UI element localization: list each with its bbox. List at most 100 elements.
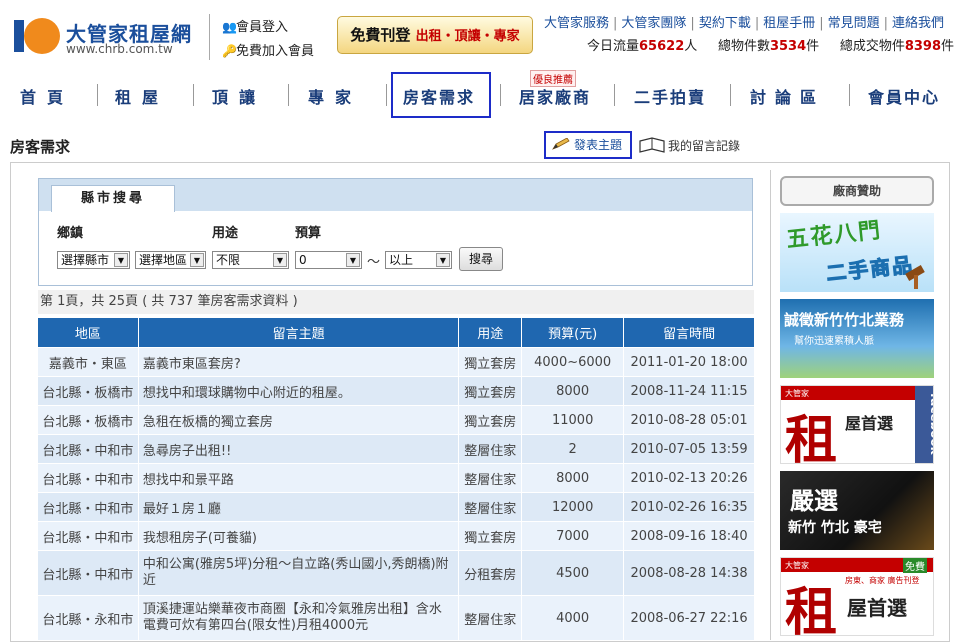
free-listing-button[interactable]: 免費刊登 出租・頂讓・專家 [337, 16, 533, 54]
range-separator: ～ [367, 255, 381, 270]
cell-area: 台北縣・永和市 [37, 595, 139, 641]
cell-topic[interactable]: 急租在板橋的獨立套房 [137, 405, 460, 435]
cell-time: 2011-01-20 18:00 [623, 347, 755, 377]
my-messages-link[interactable]: 我的留言記錄 [638, 137, 740, 154]
chevron-down-icon: ▼ [436, 253, 450, 267]
cell-budget: 8000 [521, 463, 625, 493]
table-row[interactable]: 嘉義市・東區 嘉義市東區套房? 獨立套房 4000~6000 2011-01-20 18… [37, 347, 755, 377]
tab-county-search[interactable]: 縣市搜尋 [51, 185, 175, 212]
top-links: 大管家服務 | 大管家團隊 | 契約下載 | 租屋手冊 | 常見問題 | 連絡我們 [544, 12, 944, 31]
today-traffic: 65622 [639, 39, 685, 54]
cell-time: 2010-02-26 16:35 [623, 492, 755, 522]
separator: | [613, 16, 618, 31]
cell-topic[interactable]: 想找中和景平路 [137, 463, 460, 493]
cell-time: 2008-08-28 14:38 [623, 550, 755, 596]
cell-time: 2008-09-16 18:40 [623, 521, 755, 551]
ad-recruit[interactable]: 誠徵新竹竹北業務 幫你迅速累積人脈 [780, 299, 934, 378]
cell-usage: 分租套房 [458, 550, 523, 596]
col-time: 留言時間 [623, 317, 755, 348]
cell-budget: 4000 [521, 595, 625, 641]
usage-select[interactable]: 不限 ▼ [212, 251, 289, 269]
post-topic-button[interactable]: 發表主題 [544, 131, 632, 159]
nav-separator [97, 84, 98, 106]
cell-topic[interactable]: 中和公寓(雅房5坪)分租～自立路(秀山國小,秀朗橋)附近 [137, 550, 460, 596]
nav-separator [288, 84, 289, 106]
nav-forum[interactable]: 討論區 [750, 84, 825, 108]
nav-vendors[interactable]: 居家廠商 [519, 84, 591, 108]
cell-usage: 整層住家 [458, 463, 523, 493]
col-usage: 用途 [458, 317, 523, 348]
nav-transfer[interactable]: 頂讓 [212, 84, 266, 108]
pagination-info: 第 1頁，共 25頁 ( 共 737 筆房客需求資料 ) [38, 290, 754, 314]
separator: | [690, 16, 695, 31]
cell-topic[interactable]: 急尋房子出租!! [137, 434, 460, 464]
cell-area: 台北縣・中和市 [37, 521, 139, 551]
table-row[interactable]: 台北縣・中和市 中和公寓(雅房5坪)分租～自立路(秀山國小,秀朗橋)附近 分租套房 4… [37, 550, 755, 596]
ad-rent-first[interactable]: 大管家 租 免費 房東、商家 廣告刊登 屋首選 [780, 557, 934, 636]
book-icon [639, 137, 665, 153]
top-link-faq[interactable]: 常見問題 [828, 16, 880, 31]
cell-usage: 獨立套房 [458, 376, 523, 406]
cell-time: 2010-02-13 20:26 [623, 463, 755, 493]
top-link-contract[interactable]: 契約下載 [699, 16, 751, 31]
cell-budget: 4500 [521, 550, 625, 596]
table-body: 嘉義市・東區 嘉義市東區套房? 獨立套房 4000~6000 2011-01-20 18… [37, 347, 755, 641]
cell-usage: 整層住家 [458, 595, 523, 641]
table-row[interactable]: 台北縣・板橋市 想找中和環球購物中心附近的租屋。 獨立套房 8000 2008-11-2… [37, 376, 755, 406]
table-row[interactable]: 台北縣・中和市 最好１房１廳 整層住家 12000 2010-02-26 16:35 [37, 492, 755, 522]
table-row[interactable]: 台北縣・板橋市 急租在板橋的獨立套房 獨立套房 11000 2010-08-28 05:… [37, 405, 755, 435]
nav-separator [386, 84, 387, 106]
cell-usage: 整層住家 [458, 492, 523, 522]
table-row[interactable]: 台北縣・永和市 頂溪捷運站樂華夜市商圈【永和冷氣雅房出租】含水電費可炊有第四台(限… [37, 595, 755, 641]
county-select[interactable]: 選擇縣市 ▼ [57, 251, 130, 269]
top-link-service[interactable]: 大管家服務 [544, 16, 609, 31]
ad-luxury[interactable]: 嚴選 新竹 竹北 豪宅 [780, 471, 934, 550]
ad-facebook[interactable]: 大管家 租 屋首選 facebook [780, 385, 934, 464]
table-row[interactable]: 台北縣・中和市 我想租房子(可養貓) 獨立套房 7000 2008-09-16 18:4… [37, 521, 755, 551]
separator: | [883, 16, 889, 31]
town-label: 鄉鎮 [57, 226, 84, 241]
nav-secondhand[interactable]: 二手拍賣 [634, 84, 706, 108]
nav-home[interactable]: 首頁 [20, 84, 74, 108]
top-link-team[interactable]: 大管家團隊 [621, 16, 686, 31]
site-stats: 今日流量65622人 總物件數3534件 總成交物件8398件 [587, 39, 955, 54]
cell-time: 2010-08-28 05:01 [623, 405, 755, 435]
cell-area: 台北縣・中和市 [37, 463, 139, 493]
cell-topic[interactable]: 我想租房子(可養貓) [137, 521, 460, 551]
nav-separator [500, 84, 501, 106]
area-select[interactable]: 選擇地區 ▼ [135, 251, 206, 269]
pencil-icon [552, 138, 570, 150]
usage-label: 用途 [212, 226, 239, 241]
top-link-contact[interactable]: 連絡我們 [892, 16, 944, 31]
nav-separator [614, 84, 615, 106]
ad-secondhand[interactable]: 五花八門 二手商品 [780, 213, 934, 292]
cell-topic[interactable]: 想找中和環球購物中心附近的租屋。 [137, 376, 460, 406]
logo-icon[interactable] [14, 16, 62, 56]
search-button[interactable]: 搜尋 [459, 247, 503, 271]
member-login-link[interactable]: 👥會員登入 [222, 16, 288, 35]
table-row[interactable]: 台北縣・中和市 想找中和景平路 整層住家 8000 2010-02-13 20:26 [37, 463, 755, 493]
cell-budget: 12000 [521, 492, 625, 522]
budget-max-select[interactable]: 以上 ▼ [385, 251, 452, 269]
budget-min-select[interactable]: 0 ▼ [295, 251, 362, 269]
sponsor-sidebar: 廠商贊助 五花八門 二手商品 誠徵新竹竹北業務 幫你迅速累積人脈 大管家 租 屋… [770, 170, 942, 640]
cell-topic[interactable]: 嘉義市東區套房? [137, 347, 460, 377]
nav-expert[interactable]: 專家 [308, 84, 362, 108]
cell-budget: 2 [521, 434, 625, 464]
cell-topic[interactable]: 最好１房１廳 [137, 492, 460, 522]
nav-rent[interactable]: 租屋 [115, 84, 169, 108]
top-link-handbook[interactable]: 租屋手冊 [763, 16, 815, 31]
users-icon: 👥 [222, 20, 237, 34]
table-row[interactable]: 台北縣・中和市 急尋房子出租!! 整層住家 2 2010-07-05 13:59 [37, 434, 755, 464]
nav-active-indicator [391, 72, 491, 118]
cell-topic[interactable]: 頂溪捷運站樂華夜市商圈【永和冷氣雅房出租】含水電費可炊有第四台(限女性)月租40… [137, 595, 460, 641]
page-title: 房客需求 [10, 138, 71, 156]
nav-member-center[interactable]: 會員中心 [868, 84, 940, 108]
cell-area: 台北縣・板橋市 [37, 405, 139, 435]
site-header: 大管家租屋網 www.chrb.com.tw 👥會員登入 🔑免費加入會員 免費刊… [0, 0, 960, 68]
cell-area: 嘉義市・東區 [37, 347, 139, 377]
cell-budget: 7000 [521, 521, 625, 551]
member-join-link[interactable]: 🔑免費加入會員 [222, 40, 314, 59]
table-header-row: 地區 留言主題 用途 預算(元) 留言時間 [37, 317, 755, 348]
cell-usage: 獨立套房 [458, 347, 523, 377]
